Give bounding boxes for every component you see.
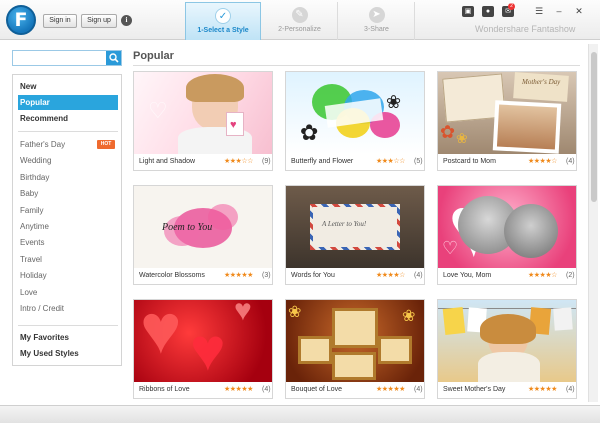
share-icon: ➤ — [368, 7, 385, 23]
rating-count: (4) — [566, 158, 575, 165]
style-thumbnail: Mother's Day ✿ ❀ — [438, 72, 576, 154]
sidebar-item-events[interactable]: Events — [18, 235, 118, 250]
card-title: Postcard to Mom — [443, 158, 496, 165]
tab-select-style-label: 1-Select a Style — [197, 27, 249, 34]
sidebar-item-intro-credit[interactable]: Intro / Credit — [18, 301, 118, 316]
title-bar: F Sign in Sign up i ✓ 1-Select a Style ✎… — [0, 0, 600, 40]
rating-stars: ★★★☆☆ — [224, 158, 253, 165]
sidebar-item-love[interactable]: Love — [18, 285, 118, 300]
sidebar-item-label: Father's Day — [20, 140, 66, 149]
style-thumbnail: ♥ ♡ — [438, 186, 576, 268]
hot-badge: HOT — [97, 140, 115, 149]
card-title: Words for You — [291, 272, 335, 279]
rating-count: (4) — [566, 386, 575, 393]
style-thumbnail: ❀ ❀ — [286, 300, 424, 382]
tab-select-style[interactable]: ✓ 1-Select a Style — [185, 2, 261, 40]
sidebar-item-wedding[interactable]: Wedding — [18, 153, 118, 168]
style-thumbnail: ♥ ♡ — [134, 72, 272, 154]
style-card-love-you-mom[interactable]: ♥ ♡ Love You, Mom ★★★★☆ (2) — [437, 185, 577, 285]
tab-personalize[interactable]: ✎ 2-Personalize — [262, 2, 338, 40]
gift-icon[interactable]: ▣ — [462, 6, 474, 17]
rating-stars: ★★★★★ — [224, 386, 253, 393]
sidebar-item-family[interactable]: Family — [18, 203, 118, 218]
pen-icon: ✎ — [291, 7, 308, 23]
rating-stars: ★★★★☆ — [528, 158, 557, 165]
sidebar-item-holiday[interactable]: Holiday — [18, 268, 118, 283]
thumbnail-caption: Mother's Day — [522, 78, 561, 86]
chat-icon[interactable]: ● — [482, 6, 494, 17]
style-card-butterfly-and-flower[interactable]: ✿ ❀ Butterfly and Flower ★★★☆☆ (5) — [285, 71, 425, 171]
section-title: Popular — [133, 50, 174, 62]
sidebar-item-my-favorites[interactable]: My Favorites — [18, 330, 118, 345]
checkmark-icon: ✓ — [215, 8, 231, 24]
style-thumbnail: Poem to You — [134, 186, 272, 268]
tab-personalize-label: 2-Personalize — [278, 26, 321, 33]
style-thumbnail: A Letter to You! — [286, 186, 424, 268]
rating-count: (5) — [414, 158, 423, 165]
tab-share-label: 3-Share — [364, 26, 389, 33]
style-card-sweet-mothers-day[interactable]: Sweet Mother's Day ★★★★★ (4) — [437, 299, 577, 399]
sign-in-button[interactable]: Sign in — [43, 14, 77, 28]
rating-count: (9) — [262, 158, 271, 165]
style-card-ribbons-of-love[interactable]: ♥ ♥ ♥ Ribbons of Love ★★★★★ (4) — [133, 299, 273, 399]
rating-count: (4) — [414, 386, 423, 393]
card-title: Bouquet of Love — [291, 386, 342, 393]
search-button[interactable] — [106, 51, 121, 65]
minimize-icon[interactable]: – — [553, 6, 565, 17]
brand-name: Wondershare Fantashow — [475, 24, 576, 34]
style-card-watercolor-blossoms[interactable]: Poem to You Watercolor Blossoms ★★★★★ (3… — [133, 185, 273, 285]
menu-icon[interactable]: ☰ — [533, 6, 545, 17]
sidebar-divider — [18, 131, 118, 132]
sidebar-item-my-used-styles[interactable]: My Used Styles — [18, 346, 118, 361]
rating-stars: ★★★☆☆ — [376, 158, 405, 165]
rating-count: (2) — [566, 272, 575, 279]
thumbnail-caption: Poem to You — [162, 222, 213, 233]
style-thumbnail — [438, 300, 576, 382]
style-card-light-and-shadow[interactable]: ♥ ♡ Light and Shadow ★★★☆☆ (9) — [133, 71, 273, 171]
rating-stars: ★★★★★ — [376, 386, 405, 393]
search-box — [12, 50, 122, 66]
rating-stars: ★★★★☆ — [528, 272, 557, 279]
search-icon — [109, 53, 119, 63]
category-sidebar: New Popular Recommend Father's Day HOT W… — [12, 74, 122, 366]
style-card-bouquet-of-love[interactable]: ❀ ❀ Bouquet of Love ★★★★★ (4) — [285, 299, 425, 399]
sidebar-item-recommend[interactable]: Recommend — [18, 111, 118, 126]
status-bar — [0, 405, 600, 423]
notification-badge: 2 — [508, 3, 515, 10]
sidebar-item-popular[interactable]: Popular — [18, 95, 118, 110]
card-title: Ribbons of Love — [139, 386, 190, 393]
info-icon[interactable]: i — [121, 15, 132, 26]
section-divider — [133, 65, 580, 66]
app-logo: F — [6, 5, 36, 35]
sign-up-button[interactable]: Sign up — [81, 14, 117, 28]
rating-count: (3) — [262, 272, 271, 279]
rating-stars: ★★★★☆ — [376, 272, 405, 279]
tab-share[interactable]: ➤ 3-Share — [339, 2, 415, 40]
card-title: Love You, Mom — [443, 272, 492, 279]
style-thumbnail: ✿ ❀ — [286, 72, 424, 154]
rating-stars: ★★★★★ — [224, 272, 253, 279]
style-card-postcard-to-mom[interactable]: Mother's Day ✿ ❀ Postcard to Mom ★★★★☆ (… — [437, 71, 577, 171]
sidebar-item-fathers-day[interactable]: Father's Day HOT — [18, 137, 118, 152]
vertical-scrollbar[interactable] — [588, 44, 598, 402]
card-title: Light and Shadow — [139, 158, 196, 165]
sidebar-item-new[interactable]: New — [18, 79, 118, 94]
rating-stars: ★★★★★ — [528, 386, 557, 393]
card-title: Watercolor Blossoms — [139, 272, 205, 279]
sidebar-item-birthday[interactable]: Birthday — [18, 170, 118, 185]
sidebar-divider — [18, 325, 118, 326]
style-card-words-for-you[interactable]: A Letter to You! Words for You ★★★★☆ (4) — [285, 185, 425, 285]
style-thumbnail: ♥ ♥ ♥ — [134, 300, 272, 382]
thumbnail-caption: A Letter to You! — [322, 220, 367, 228]
sidebar-item-anytime[interactable]: Anytime — [18, 219, 118, 234]
scrollbar-thumb[interactable] — [591, 52, 597, 202]
sidebar-item-travel[interactable]: Travel — [18, 252, 118, 267]
card-title: Butterfly and Flower — [291, 158, 354, 165]
rating-count: (4) — [262, 386, 271, 393]
card-title: Sweet Mother's Day — [443, 386, 506, 393]
close-icon[interactable]: ✕ — [573, 6, 585, 17]
rating-count: (4) — [414, 272, 423, 279]
search-input[interactable] — [13, 51, 107, 65]
sidebar-item-baby[interactable]: Baby — [18, 186, 118, 201]
